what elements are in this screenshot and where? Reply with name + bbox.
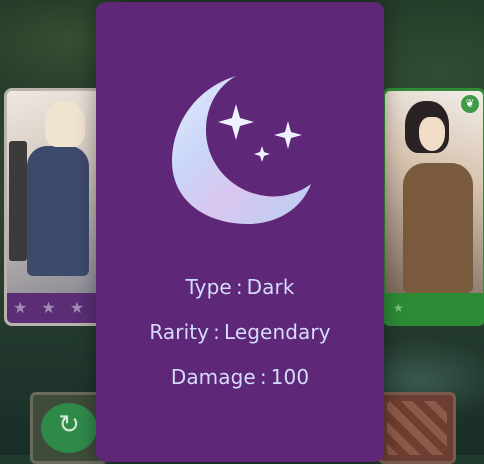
card-footer: ★: [385, 293, 483, 323]
damage-value: 100: [270, 365, 310, 389]
rarity-value: Legendary: [223, 320, 331, 344]
card-footer: ★ ★ ★: [7, 293, 107, 323]
character-art: [7, 91, 107, 293]
character-head-art: [45, 101, 85, 147]
damage-label: Damage: [170, 365, 256, 389]
crossed-weapons-icon: [387, 401, 447, 455]
leaf-icon: ❦: [461, 95, 479, 113]
card-info-modal: Type: Dark Rarity: Legendary Damage:100: [96, 2, 384, 462]
green-swirl-icon: [41, 403, 97, 453]
crescent-moon-with-sparkles-icon: [166, 66, 316, 236]
character-body-art: [403, 163, 473, 293]
character-card-right[interactable]: ❦ ★: [382, 88, 484, 326]
rarity-label: Rarity: [149, 320, 210, 344]
type-value: Dark: [246, 275, 295, 299]
weapon-art: [9, 141, 27, 261]
star-icon: ★: [41, 298, 56, 317]
damage-row: Damage:100: [96, 365, 384, 389]
character-face-art: [419, 117, 445, 151]
star-icon: ★: [393, 301, 404, 315]
separator: :: [235, 275, 243, 299]
type-label: Type: [185, 275, 232, 299]
character-card-left[interactable]: ★ ★ ★: [4, 88, 110, 326]
character-body-art: [27, 146, 89, 276]
ability-button-right[interactable]: [378, 392, 456, 464]
separator: :: [259, 365, 267, 389]
character-art: [385, 91, 483, 293]
rarity-row: Rarity: Legendary: [96, 320, 384, 344]
separator: :: [213, 320, 220, 344]
type-row: Type: Dark: [96, 275, 384, 299]
star-icon: ★: [13, 298, 28, 317]
star-icon: ★: [69, 298, 85, 317]
